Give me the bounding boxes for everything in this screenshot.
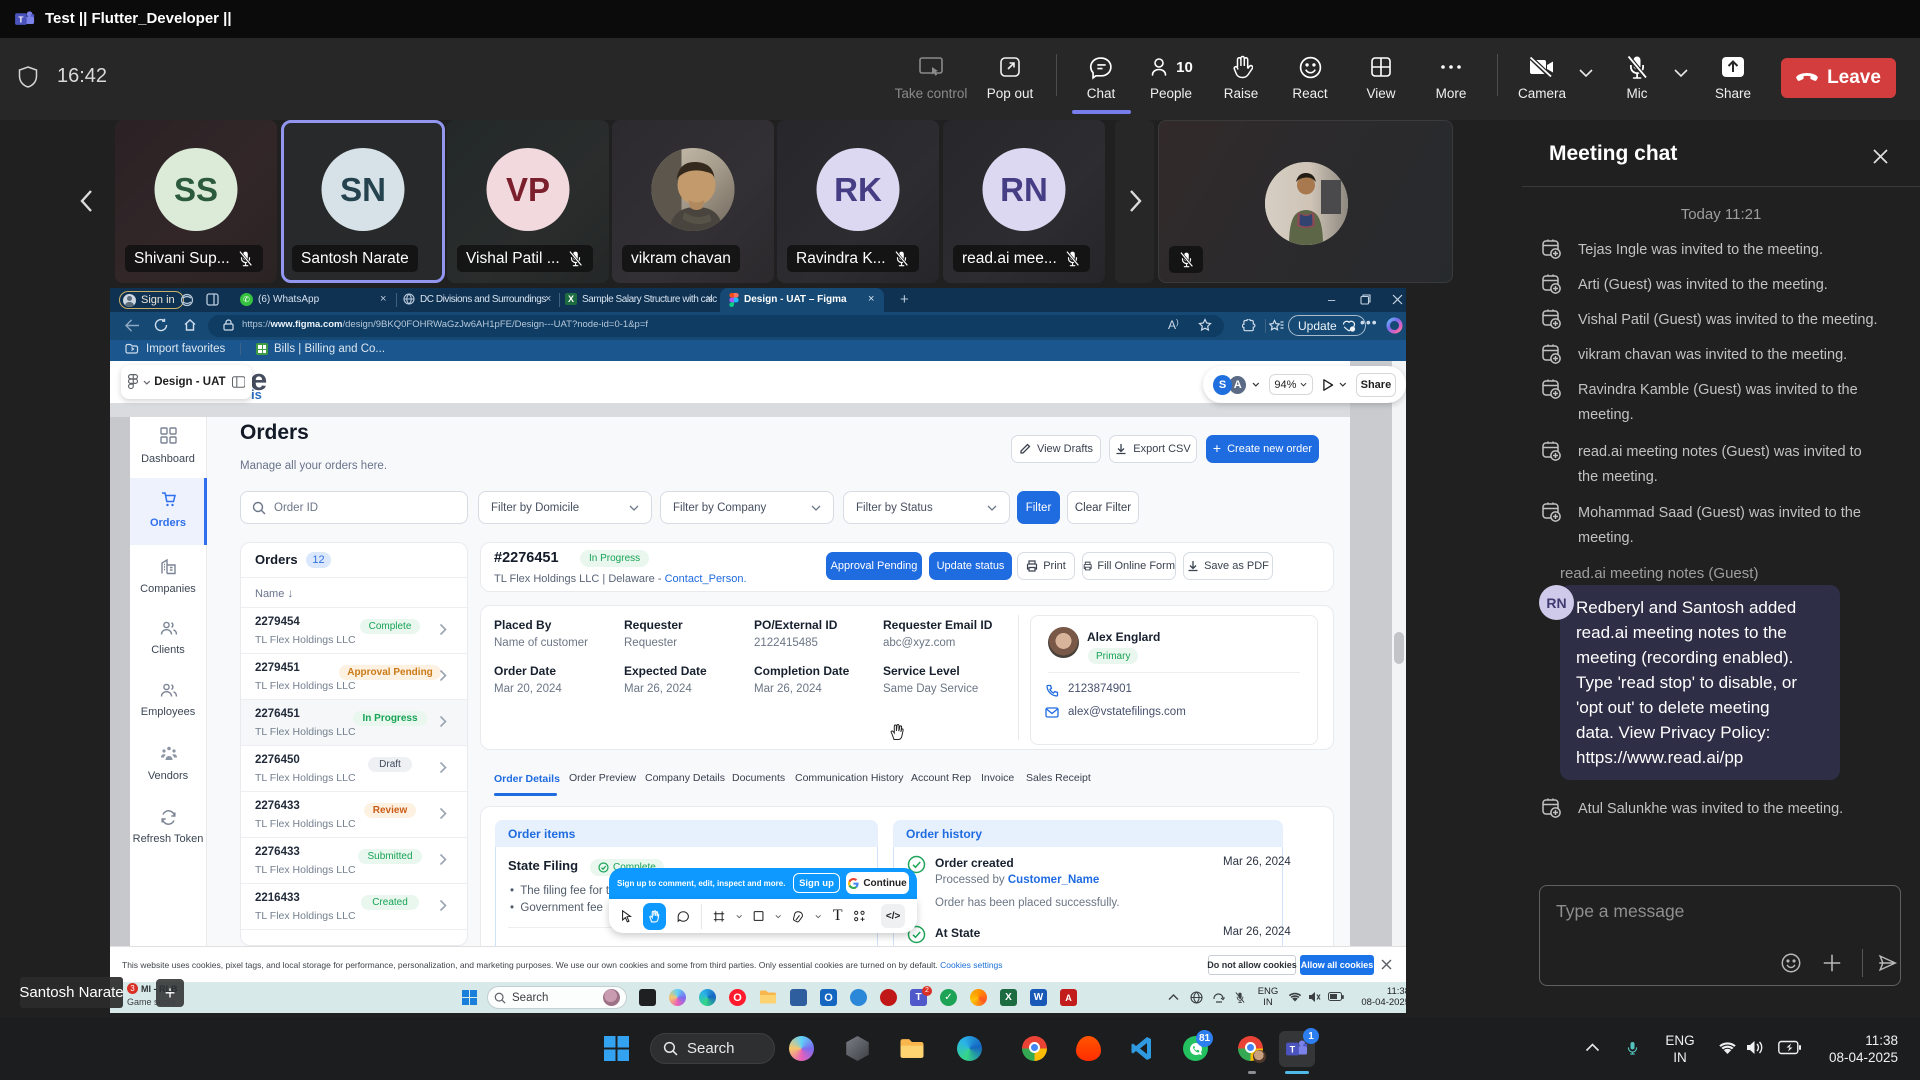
svg-text:T: T [1290,1045,1296,1055]
svg-text:T: T [18,15,23,24]
